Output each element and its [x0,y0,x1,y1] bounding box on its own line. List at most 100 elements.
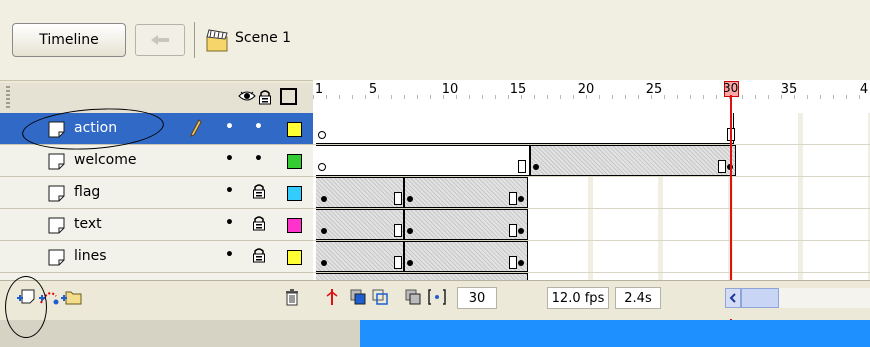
lock-icon[interactable] [252,183,266,203]
pencil-icon [190,119,202,141]
stage-edge [0,320,360,347]
lock-icon[interactable] [252,215,266,235]
visibility-dot[interactable]: • [225,151,234,167]
frame-span [316,145,530,176]
panel-grip[interactable] [6,86,10,108]
lock-icon[interactable] [258,89,272,109]
layer-row-lines[interactable]: lines • [0,241,313,273]
eye-icon[interactable] [238,89,256,107]
frame-end-marker[interactable] [509,224,517,237]
ruler-tick: 1 [314,82,324,97]
visibility-dot[interactable]: • [225,247,234,263]
frame-row-welcome[interactable] [313,145,870,177]
frame-end-marker[interactable] [718,160,726,173]
keyframe[interactable] [321,260,327,266]
frame-rate-field[interactable]: 12.0 fps [547,287,609,309]
keyframe[interactable] [533,164,539,170]
layer-row-flag[interactable]: flag • [0,177,313,209]
ruler-tick: 15 [509,82,527,97]
empty-keyframe[interactable] [318,131,326,139]
center-frame-icon[interactable] [324,288,342,306]
playhead-frame-number: 30 [723,81,739,95]
frame-end-marker[interactable] [394,192,402,205]
layer-color-swatch[interactable] [287,250,302,265]
layer-color-swatch[interactable] [287,186,302,201]
scene-label[interactable]: Scene 1 [235,30,291,46]
layer-name: welcome [74,152,137,168]
motion-tween[interactable] [316,209,404,240]
layer-icon [47,216,67,234]
modify-onion-markers-icon[interactable] [428,288,446,306]
empty-keyframe[interactable] [318,163,326,171]
stage-area [360,320,870,347]
onion-skin-outlines-icon[interactable] [371,288,389,306]
frame-end-marker[interactable] [394,256,402,269]
layer-icon [47,248,67,266]
ruler-tick: 20 [577,82,595,97]
chevron-left-icon [729,293,736,303]
ruler-tick: 25 [645,82,663,97]
ruler-tick: 5 [368,82,378,97]
frame-row-text[interactable] [313,209,870,241]
keyframe[interactable] [321,228,327,234]
scene-clapper-icon [204,26,230,54]
frame-end-marker[interactable] [518,160,526,173]
frame-end-marker[interactable] [394,224,402,237]
visibility-dot[interactable]: • [225,215,234,231]
lock-dot[interactable]: • [254,151,263,167]
motion-tween [316,273,528,280]
edit-multiple-frames-icon[interactable] [404,288,422,306]
toolbar-divider [194,22,195,58]
onion-skin-icon[interactable] [349,288,367,306]
frame-row-flag[interactable] [313,177,870,209]
layer-icon [47,152,67,170]
outline-icon[interactable] [280,88,297,105]
motion-tween[interactable] [316,241,404,272]
frames-grid[interactable] [313,113,870,280]
ruler-tick: 35 [780,82,798,97]
keyframe[interactable] [518,228,524,234]
layer-name: flag [74,184,101,200]
horizontal-scrollbar-track[interactable] [779,288,870,308]
keyframe[interactable] [407,228,413,234]
back-button[interactable] [135,24,185,56]
frame-end-marker[interactable] [509,192,517,205]
frame-row-partial [313,273,870,280]
frame-row-lines[interactable] [313,241,870,273]
frame-span [316,113,734,144]
layer-color-swatch[interactable] [287,154,302,169]
layer-name: lines [74,248,107,264]
frame-row-action[interactable] [313,113,870,145]
insert-folder-icon[interactable] [60,288,82,306]
horizontal-scrollbar-thumb[interactable] [741,288,779,308]
frame-end-marker[interactable] [509,256,517,269]
lock-dot[interactable]: • [254,119,263,135]
trash-icon[interactable] [284,288,302,306]
visibility-dot[interactable]: • [225,183,234,199]
keyframe[interactable] [321,196,327,202]
keyframe[interactable] [407,260,413,266]
layer-icon [47,184,67,202]
ruler-tick: 10 [441,82,459,97]
lock-icon[interactable] [252,247,266,267]
scroll-left-button[interactable] [725,288,741,308]
layer-color-swatch[interactable] [287,122,302,137]
motion-tween[interactable] [316,177,404,208]
layer-color-swatch[interactable] [287,218,302,233]
keyframe[interactable] [518,260,524,266]
annotation-oval-insert-layer [5,276,47,338]
back-arrow-icon [151,35,169,45]
elapsed-time-field[interactable]: 2.4s [615,287,661,309]
keyframe[interactable] [407,196,413,202]
layer-row-text[interactable]: text • [0,209,313,241]
keyframe[interactable] [518,196,524,202]
timeline-button-label: Timeline [39,32,99,48]
timeline-button[interactable]: Timeline [12,23,126,57]
visibility-dot[interactable]: • [225,119,234,135]
layer-row-welcome[interactable]: welcome • • [0,145,313,177]
motion-tween[interactable] [530,145,736,176]
frame-ruler[interactable]: 1 5 10 15 20 25 35 4 [313,80,870,115]
current-frame-field[interactable]: 30 [457,287,497,309]
layer-name: text [74,216,102,232]
timeline-toolbar [0,0,870,81]
